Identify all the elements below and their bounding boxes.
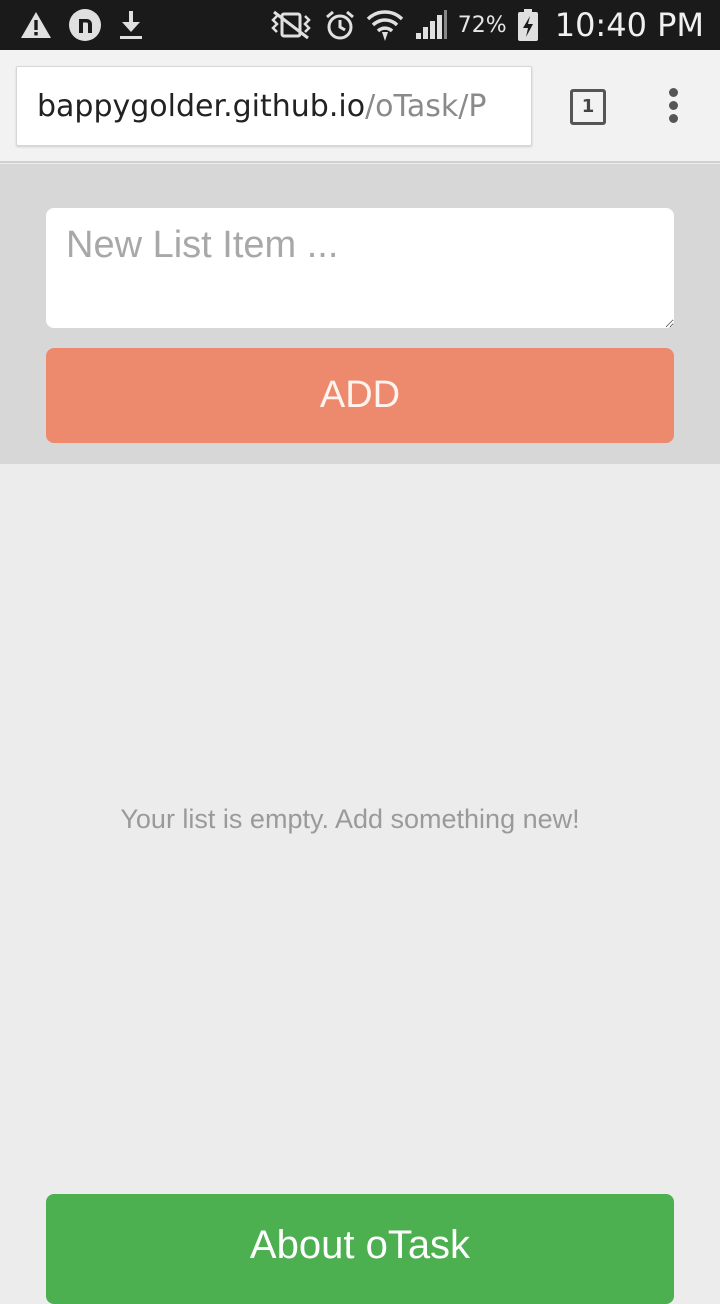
battery-charging-icon bbox=[517, 8, 539, 42]
tab-switcher-button[interactable]: 1 bbox=[570, 89, 606, 125]
new-list-item-input[interactable] bbox=[46, 208, 674, 328]
wifi-icon bbox=[366, 8, 404, 42]
status-clock: 10:40 PM bbox=[554, 6, 704, 44]
address-bar[interactable]: bappygolder.github.io/oTask/P bbox=[16, 66, 532, 146]
empty-list-message: Your list is empty. Add something new! bbox=[120, 804, 580, 834]
more-vert-icon[interactable] bbox=[660, 86, 688, 126]
add-button[interactable]: ADD bbox=[46, 348, 674, 443]
warning-icon bbox=[20, 10, 52, 40]
download-icon bbox=[118, 9, 144, 41]
vibrate-icon bbox=[268, 10, 314, 40]
status-right-icons: 72% 10:40 PM bbox=[268, 0, 704, 50]
url-path: /oTask/P bbox=[365, 89, 487, 124]
signal-icon bbox=[414, 9, 448, 41]
status-bar: 72% 10:40 PM bbox=[0, 0, 720, 50]
n-notification-icon bbox=[68, 8, 102, 42]
about-button[interactable]: About oTask bbox=[46, 1194, 674, 1304]
browser-toolbar: bappygolder.github.io/oTask/P 1 bbox=[0, 50, 720, 163]
battery-percent: 72% bbox=[457, 12, 507, 38]
url-host: bappygolder.github.io bbox=[37, 89, 366, 124]
task-list: Your list is empty. Add something new! A… bbox=[0, 464, 720, 1304]
alarm-icon bbox=[324, 9, 356, 41]
add-item-panel: ADD bbox=[0, 164, 720, 464]
status-left-icons bbox=[20, 0, 144, 50]
